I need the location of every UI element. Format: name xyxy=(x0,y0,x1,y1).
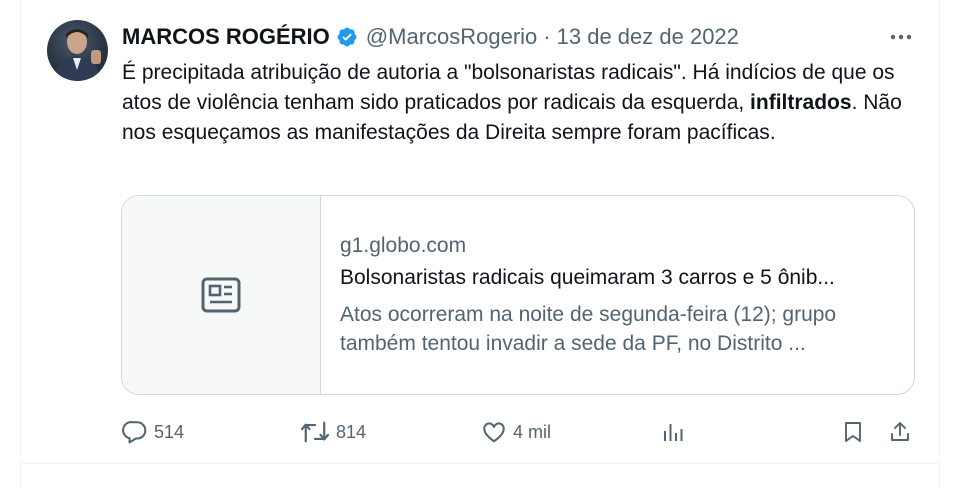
repost-button[interactable]: 814 xyxy=(300,414,366,450)
heart-icon xyxy=(483,422,505,443)
action-bar: 514 814 4 mil xyxy=(0,414,960,450)
tweet-header: MARCOS ROGÉRIO @MarcosRogerio · 13 de de… xyxy=(122,22,739,52)
like-button[interactable]: 4 mil xyxy=(481,414,551,450)
reply-button[interactable]: 514 xyxy=(122,414,184,450)
news-article-icon xyxy=(201,277,241,313)
analytics-icon xyxy=(664,424,683,441)
repost-count: 814 xyxy=(336,421,367,442)
repost-icon xyxy=(300,421,330,443)
reply-icon xyxy=(122,421,147,444)
tweet-date[interactable]: 13 de dez de 2022 xyxy=(557,22,739,52)
like-count: 4 mil xyxy=(513,421,552,442)
card-title[interactable]: Bolsonaristas radicais queimaram 3 carro… xyxy=(340,264,900,292)
bookmark-icon xyxy=(845,422,861,442)
more-options-icon[interactable] xyxy=(884,24,918,50)
card-domain: g1.globo.com xyxy=(340,234,467,257)
divider xyxy=(20,463,940,464)
link-preview-card[interactable]: g1.globo.com Bolsonaristas radicais quei… xyxy=(121,195,915,395)
share-icon xyxy=(891,422,909,441)
author-handle[interactable]: @MarcosRogerio xyxy=(366,22,538,52)
card-description: Atos ocorreram na noite de segunda-feira… xyxy=(340,303,837,355)
separator: · xyxy=(543,24,551,49)
tweet-text-bold: infiltrados xyxy=(750,91,852,114)
reply-count: 514 xyxy=(154,421,185,442)
author-name[interactable]: MARCOS ROGÉRIO xyxy=(122,22,330,52)
avatar[interactable] xyxy=(47,20,108,81)
card-body: g1.globo.com Bolsonaristas radicais quei… xyxy=(321,196,914,394)
views-button[interactable] xyxy=(661,414,685,450)
bookmark-button[interactable] xyxy=(841,414,865,450)
share-button[interactable] xyxy=(888,414,912,450)
verified-badge-icon xyxy=(337,27,357,47)
tweet-text: É precipitada atribuição de autoria a "b… xyxy=(122,58,922,148)
card-thumbnail xyxy=(122,196,321,394)
